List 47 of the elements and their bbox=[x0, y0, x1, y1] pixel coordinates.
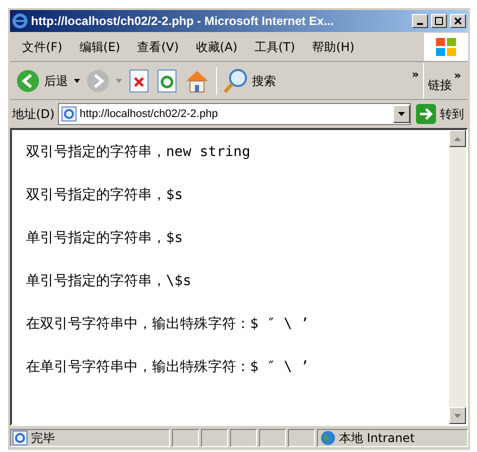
zone-text: 本地 Intranet bbox=[339, 430, 415, 447]
menu-item[interactable]: 帮助(H) bbox=[312, 38, 354, 56]
vertical-scrollbar[interactable] bbox=[449, 130, 466, 424]
page-icon bbox=[12, 430, 28, 446]
close-button[interactable] bbox=[450, 14, 466, 28]
address-label: 地址(D) bbox=[12, 106, 55, 123]
dropdown-caret-icon[interactable] bbox=[74, 78, 80, 82]
output-line: 双引号指定的字符串，new string bbox=[26, 143, 252, 162]
dropdown-button[interactable] bbox=[393, 105, 410, 123]
status-panel bbox=[230, 429, 257, 447]
stop-icon[interactable] bbox=[128, 68, 150, 92]
address-field[interactable]: http://localhost/ch02/2-2.php bbox=[58, 103, 411, 125]
scroll-down-button[interactable] bbox=[449, 407, 466, 424]
windows-flag-icon bbox=[435, 36, 457, 56]
page-icon bbox=[60, 106, 77, 122]
menu-item[interactable]: 查看(V) bbox=[137, 38, 179, 56]
globe-icon bbox=[320, 430, 336, 446]
maximize-icon bbox=[435, 17, 443, 25]
status-panel bbox=[259, 429, 286, 447]
search-icon bbox=[223, 68, 249, 94]
status-panel bbox=[288, 429, 315, 447]
close-icon bbox=[454, 17, 462, 25]
output-line: 单引号指定的字符串，\$s bbox=[26, 272, 192, 291]
window-title: http://localhost/ch02/2-2.php - Microsoft Internet Ex... bbox=[31, 13, 335, 30]
chevron-more[interactable]: » bbox=[412, 66, 419, 83]
menu-item[interactable]: 文件(F) bbox=[22, 38, 62, 56]
status-text: 完毕 bbox=[31, 430, 55, 447]
go-button[interactable]: 转到 bbox=[414, 104, 466, 124]
output-line: 在单引号字符串中，输出特殊字符：$ ″ \ ’ bbox=[26, 358, 310, 377]
output-line: 在双引号字符串中，输出特殊字符：$ ″ \ ’ bbox=[26, 315, 310, 334]
back-button[interactable]: 后退 bbox=[16, 68, 68, 92]
links-label[interactable]: 链接 bbox=[428, 76, 452, 94]
search-button[interactable]: 搜索 bbox=[223, 68, 276, 94]
chevron-more[interactable]: » bbox=[454, 68, 462, 84]
menu-item[interactable]: 工具(T) bbox=[254, 38, 296, 56]
menu-item[interactable]: 编辑(E) bbox=[79, 38, 120, 56]
minimize-button[interactable] bbox=[412, 14, 428, 28]
down-caret-icon bbox=[454, 414, 461, 418]
maximize-button[interactable] bbox=[431, 14, 447, 28]
status-panel bbox=[172, 429, 199, 447]
up-caret-icon bbox=[454, 136, 461, 140]
menu-item[interactable]: 收藏(A) bbox=[196, 38, 238, 56]
caret-icon bbox=[398, 112, 405, 116]
output-line: 双引号指定的字符串，$s bbox=[26, 186, 184, 205]
scroll-up-button[interactable] bbox=[449, 130, 466, 147]
output-line: 单引号指定的字符串，$s bbox=[26, 229, 184, 248]
status-panel bbox=[201, 429, 228, 447]
